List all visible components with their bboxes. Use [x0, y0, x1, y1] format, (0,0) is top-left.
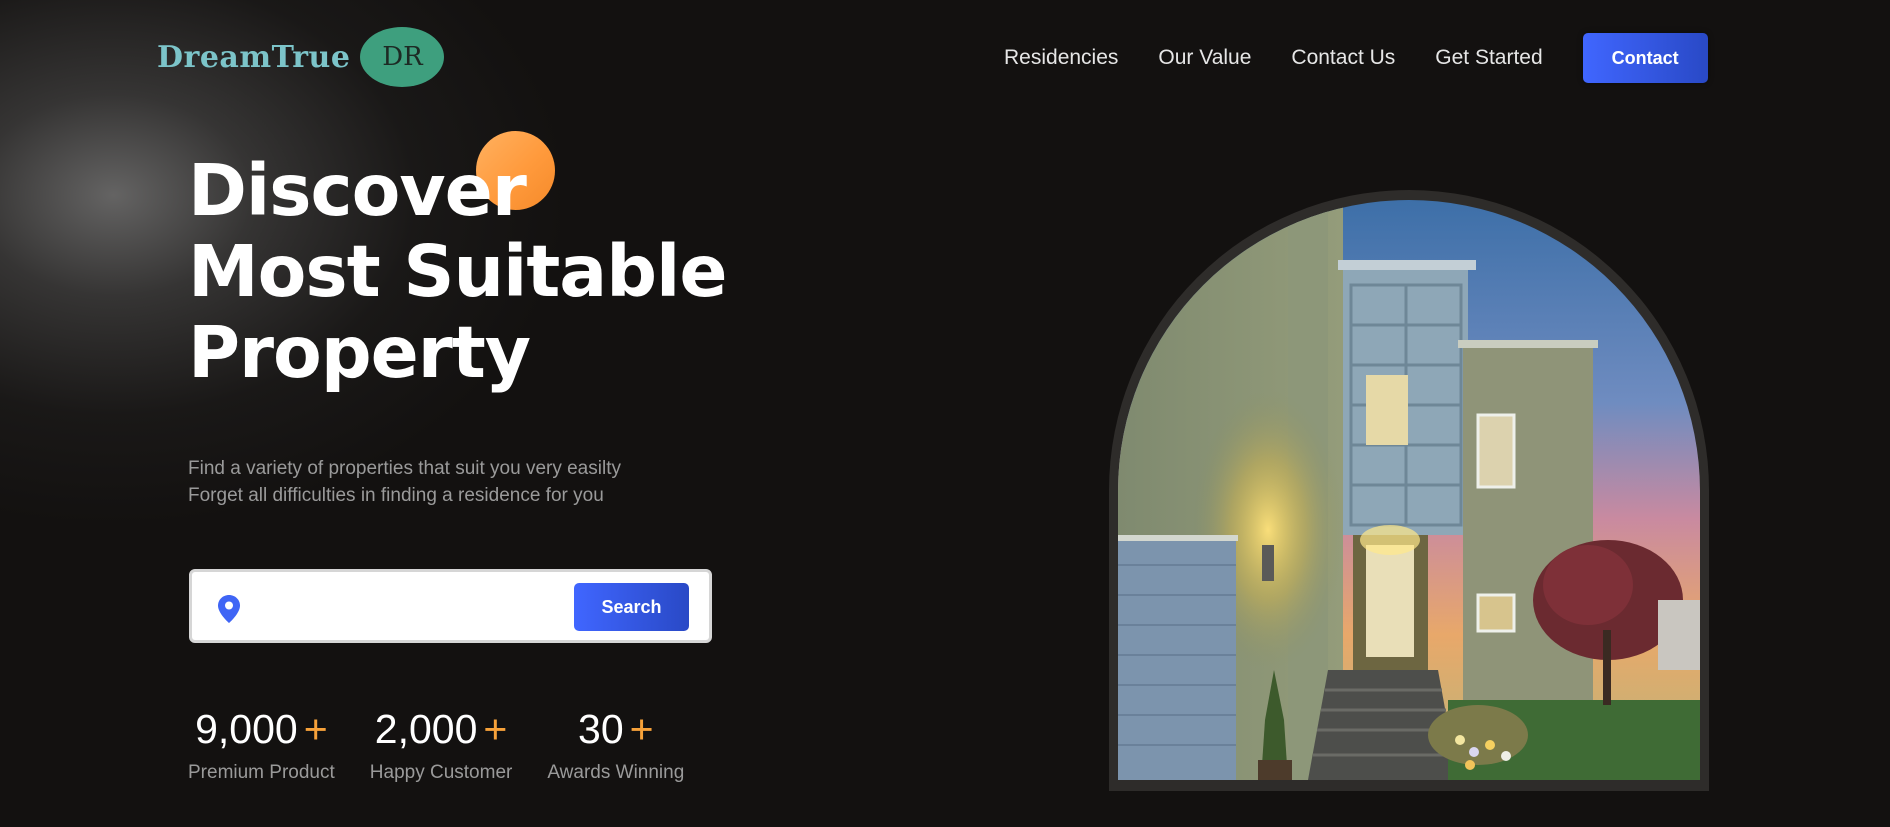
house-illustration	[1118, 200, 1700, 780]
stat-number: 30 +	[578, 706, 654, 752]
stat-premium-product: 9,000 + Premium Product	[188, 706, 335, 784]
search-input[interactable]	[254, 586, 598, 628]
stat-value: 9,000	[195, 706, 298, 752]
house-photo	[1118, 200, 1700, 780]
search-button[interactable]: Search	[574, 583, 689, 631]
stat-label: Happy Customer	[369, 762, 513, 783]
logo-text: DreamTrue	[157, 39, 351, 75]
hero-description-line: Forget all difficulties in finding a res…	[188, 485, 604, 506]
stat-value: 2,000	[374, 706, 478, 752]
nav-residencies[interactable]: Residencies	[1004, 46, 1118, 70]
stat-plus: +	[483, 706, 508, 752]
hero-title-line: Most Suitable	[188, 230, 728, 313]
hero-title-line: Discover	[188, 149, 527, 232]
hero-image-frame	[1109, 190, 1709, 791]
hero-description: Find a variety of properties that suit y…	[188, 455, 621, 509]
hero-title: Discover Most Suitable Property	[188, 149, 728, 394]
stats-row: 9,000 + Premium Product 2,000 + Happy Cust…	[188, 706, 719, 784]
stat-value: 30	[578, 706, 624, 752]
stat-plus: +	[303, 706, 328, 752]
hero-description-line: Find a variety of properties that suit y…	[188, 458, 621, 479]
logo[interactable]: DreamTrue DR	[157, 26, 445, 88]
main-nav: Residencies Our Value Contact Us Get Sta…	[1004, 33, 1708, 83]
stat-plus: +	[629, 706, 654, 752]
landing-page: DreamTrue DR Residencies Our Value Conta…	[0, 0, 1890, 827]
stat-number: 2,000 +	[375, 706, 508, 752]
stat-happy-customer: 2,000 + Happy Customer	[370, 706, 513, 784]
nav-contact-us[interactable]: Contact Us	[1291, 46, 1395, 70]
stat-label: Awards Winning	[547, 762, 685, 783]
stat-label: Premium Product	[188, 762, 335, 783]
nav-our-value[interactable]: Our Value	[1158, 46, 1251, 70]
logo-badge: DR	[360, 27, 445, 87]
contact-button[interactable]: Contact	[1582, 33, 1708, 83]
hero-title-line: Property	[188, 311, 531, 394]
nav-get-started[interactable]: Get Started	[1435, 46, 1542, 70]
stat-number: 9,000 +	[195, 706, 328, 752]
location-pin-icon	[218, 595, 240, 623]
stat-awards-winning: 30 + Awards Winning	[547, 706, 684, 784]
search-bar: Search	[189, 569, 712, 643]
